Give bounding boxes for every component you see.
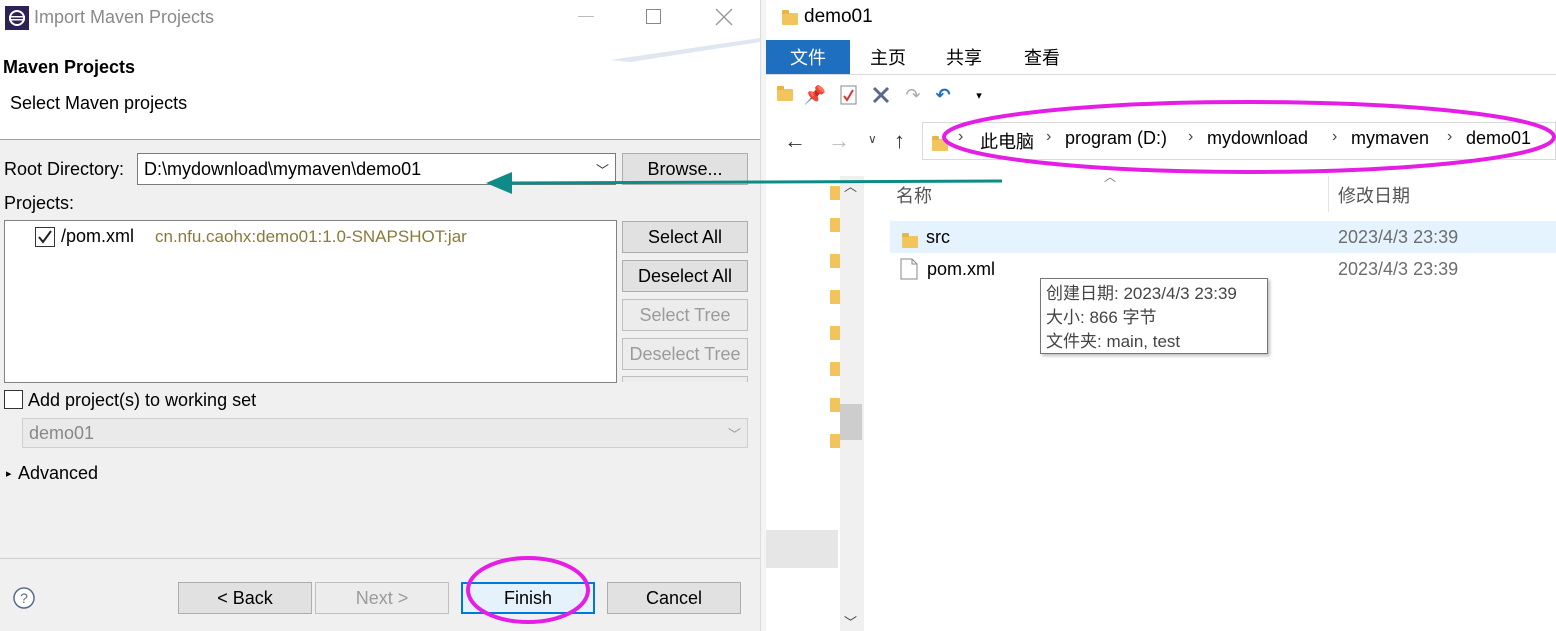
- eclipse-icon: [5, 6, 29, 30]
- header-banner-graphic: [610, 38, 760, 62]
- crumb-separator-icon[interactable]: ›: [1188, 128, 1193, 146]
- back-arrow-icon[interactable]: ←: [784, 128, 806, 154]
- file-name[interactable]: src: [926, 227, 950, 248]
- dialog-title: Import Maven Projects: [34, 7, 215, 27]
- ribbon-divider: [766, 74, 1556, 75]
- address-folder-icon: [932, 135, 948, 156]
- project-name: /pom.xml: [61, 226, 135, 246]
- working-set-label: Add project(s) to working set: [28, 390, 257, 410]
- folder-icon: [902, 232, 918, 253]
- title-folder-icon: [782, 9, 798, 30]
- tab-file[interactable]: 文件: [766, 40, 850, 74]
- file-modified: 2023/4/3 23:39: [1338, 259, 1459, 279]
- undo-icon[interactable]: ↶: [932, 84, 954, 106]
- minimize-icon[interactable]: [578, 16, 594, 17]
- deselect-tree-button[interactable]: Deselect Tree: [622, 338, 748, 370]
- deselect-all-button[interactable]: Deselect All: [622, 260, 748, 292]
- import-maven-dialog: Import Maven Projects Maven Projects Sel…: [0, 0, 760, 631]
- customize-toolbar-icon[interactable]: ▾: [968, 84, 990, 106]
- nav-folder-icon[interactable]: [830, 254, 840, 268]
- root-directory-combo[interactable]: D:\mydownload\mymaven\demo01 ﹀: [137, 153, 616, 185]
- scroll-down-icon[interactable]: ﹀: [844, 612, 857, 631]
- scroll-up-icon[interactable]: ︿: [844, 176, 857, 195]
- browse-button[interactable]: Browse...: [622, 153, 748, 185]
- pin-icon[interactable]: 📌: [804, 84, 826, 106]
- expand-arrow-icon[interactable]: ▸: [6, 467, 12, 480]
- project-coords: cn.nfu.caohx:demo01:1.0-SNAPSHOT:jar: [155, 227, 467, 246]
- crumb-mymaven[interactable]: mymaven: [1351, 128, 1429, 149]
- recent-locations-icon[interactable]: ∨: [868, 132, 877, 146]
- forward-arrow-icon[interactable]: →: [828, 128, 850, 154]
- close-icon[interactable]: [715, 8, 733, 26]
- crumb-mydownload[interactable]: mydownload: [1207, 128, 1308, 149]
- maximize-icon[interactable]: [646, 9, 661, 24]
- crumb-drive[interactable]: program (D:): [1065, 128, 1167, 149]
- advanced-label[interactable]: Advanced: [18, 463, 98, 484]
- projects-label: Projects:: [4, 193, 75, 213]
- tab-share[interactable]: 共享: [934, 40, 994, 74]
- header-subtitle: Select Maven projects: [10, 93, 188, 113]
- dialog-titlebar: Import Maven Projects: [0, 0, 760, 36]
- project-checkbox[interactable]: [35, 227, 55, 247]
- tooltip-folders: 文件夹: main, test: [1046, 332, 1181, 351]
- up-arrow-icon[interactable]: ↑: [894, 128, 905, 154]
- finish-button[interactable]: Finish: [461, 582, 595, 614]
- nav-folder-icon[interactable]: [830, 398, 840, 412]
- back-button[interactable]: < Back: [178, 582, 312, 614]
- chevron-down-icon[interactable]: ﹀: [596, 160, 609, 179]
- nav-pane-block: [766, 530, 838, 568]
- crumb-separator-icon[interactable]: ›: [1447, 128, 1452, 146]
- checkmark-icon: [38, 230, 52, 244]
- projects-tree[interactable]: /pom.xml cn.nfu.caohx:demo01:1.0-SNAPSHO…: [4, 220, 617, 383]
- nav-folder-icon[interactable]: [830, 290, 840, 304]
- qa-folder-icon[interactable]: [774, 84, 796, 106]
- select-all-button[interactable]: Select All: [622, 221, 748, 253]
- sort-ascending-icon: ︿: [1104, 170, 1117, 184]
- properties-icon[interactable]: [838, 84, 860, 106]
- delete-icon[interactable]: [870, 84, 892, 106]
- working-set-combo[interactable]: demo01 ﹀: [22, 418, 748, 448]
- crumb-separator-icon[interactable]: ›: [1046, 128, 1051, 146]
- nav-folder-icon[interactable]: [830, 218, 840, 232]
- help-icon[interactable]: ?: [12, 586, 36, 610]
- tooltip-size: 大小: 866 字节: [1046, 308, 1157, 327]
- file-tooltip: 创建日期: 2023/4/3 23:39 大小: 866 字节 文件夹: mai…: [1040, 278, 1268, 354]
- column-modified-header[interactable]: 修改日期: [1338, 182, 1410, 208]
- tooltip-created: 创建日期: 2023/4/3 23:39: [1046, 284, 1237, 303]
- column-divider[interactable]: [1328, 176, 1329, 212]
- crumb-separator-icon[interactable]: ›: [1332, 128, 1337, 146]
- root-directory-value: D:\mydownload\mymaven\demo01: [144, 158, 422, 179]
- redo-icon[interactable]: ↷: [902, 84, 924, 106]
- nav-folder-icon[interactable]: [830, 434, 840, 448]
- nav-folder-icon[interactable]: [830, 326, 840, 340]
- footer-divider: [0, 558, 760, 559]
- select-tree-button[interactable]: Select Tree: [622, 299, 748, 331]
- nav-folder-icon[interactable]: [830, 186, 840, 200]
- next-button[interactable]: Next >: [315, 582, 449, 614]
- working-set-value: demo01: [29, 422, 95, 443]
- nav-folder-icon[interactable]: [830, 362, 840, 376]
- help-glyph: ?: [20, 590, 28, 606]
- dialog-header: Maven Projects Select Maven projects: [0, 36, 760, 140]
- refresh-button-partial: [622, 376, 748, 382]
- column-name-header[interactable]: 名称: [896, 182, 932, 208]
- crumb-demo01[interactable]: demo01: [1466, 128, 1531, 149]
- tab-view[interactable]: 查看: [1012, 40, 1072, 74]
- tab-home[interactable]: 主页: [858, 40, 918, 74]
- file-name[interactable]: pom.xml: [927, 259, 995, 280]
- explorer-title: demo01: [804, 6, 873, 27]
- header-title: Maven Projects: [3, 57, 136, 77]
- file-icon: [900, 258, 918, 280]
- root-directory-label: Root Directory:: [4, 159, 125, 179]
- crumb-separator-icon[interactable]: ›: [958, 128, 963, 146]
- crumb-this-pc[interactable]: 此电脑: [980, 128, 1034, 154]
- scroll-thumb[interactable]: [840, 404, 862, 440]
- file-modified: 2023/4/3 23:39: [1338, 227, 1459, 247]
- working-set-checkbox[interactable]: [4, 390, 23, 409]
- cancel-button[interactable]: Cancel: [607, 582, 741, 614]
- chevron-down-icon[interactable]: ﹀: [728, 424, 741, 443]
